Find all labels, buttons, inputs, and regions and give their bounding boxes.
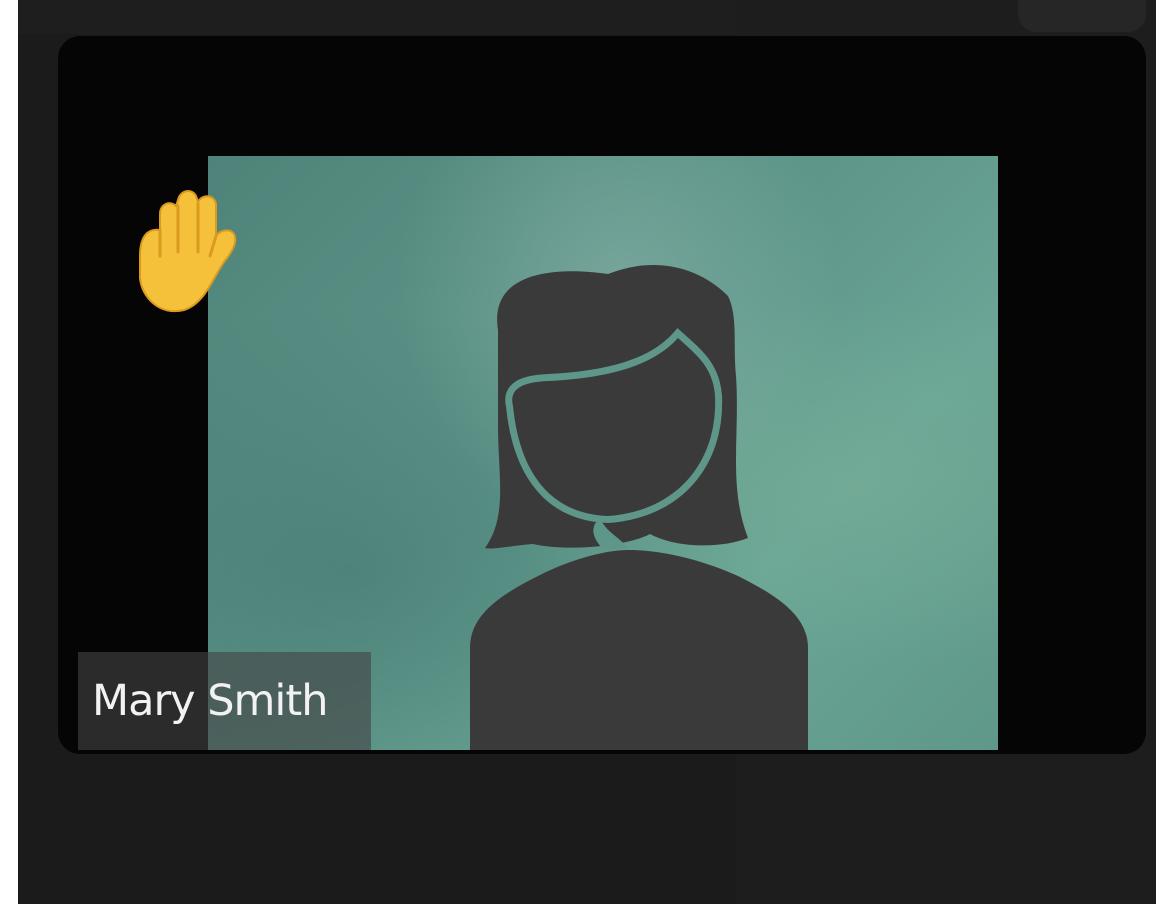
participant-tile[interactable]: Mary Smith xyxy=(58,36,1146,754)
participant-name: Mary Smith xyxy=(92,676,328,726)
raised-hand-icon xyxy=(139,190,237,313)
corner-control-button[interactable] xyxy=(1018,0,1146,32)
body-shape xyxy=(470,550,808,750)
meeting-stage: Mary Smith xyxy=(18,0,1156,904)
participant-name-plate: Mary Smith xyxy=(78,652,371,750)
